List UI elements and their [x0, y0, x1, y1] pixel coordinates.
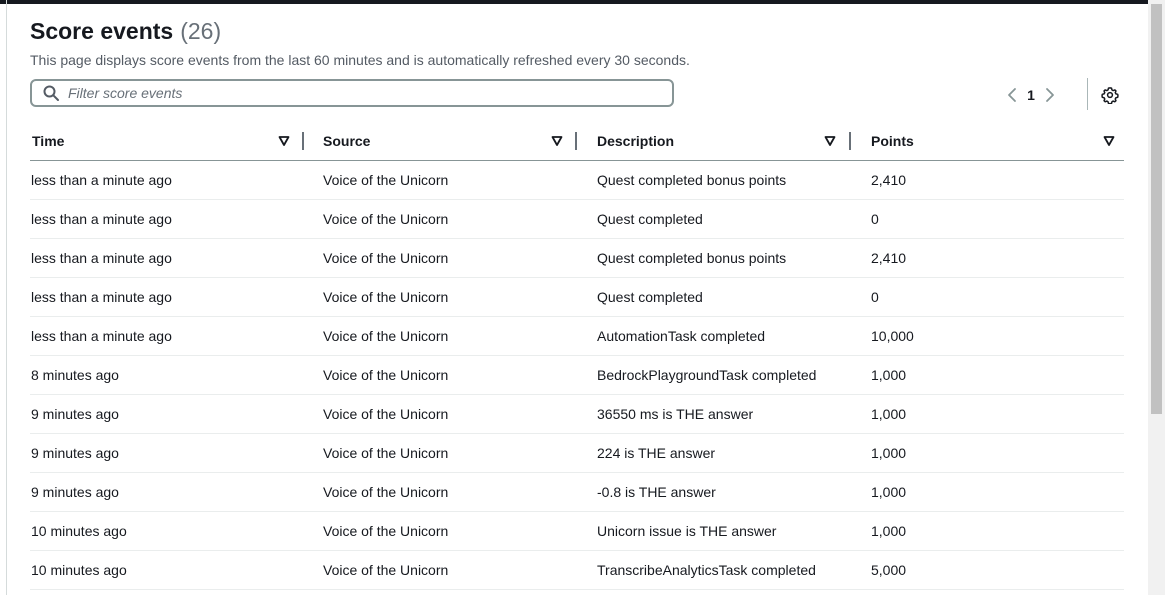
points-cell: 2,410 — [871, 250, 907, 266]
source-cell: Voice of the Unicorn — [323, 523, 449, 539]
description-cell: Quest completed bonus points — [597, 172, 787, 188]
page-header: Score events (26) — [30, 18, 221, 48]
table-row: 8 minutes ago Voice of the Unicorn Bedro… — [30, 356, 1124, 395]
source-cell: Voice of the Unicorn — [323, 289, 449, 305]
source-cell: Voice of the Unicorn — [323, 484, 449, 500]
source-cell: Voice of the Unicorn — [323, 445, 449, 461]
table-body: less than a minute ago Voice of the Unic… — [30, 161, 1124, 590]
chevron-right-icon — [1046, 88, 1054, 102]
time-cell: 9 minutes ago — [31, 484, 119, 500]
table-row: less than a minute ago Voice of the Unic… — [30, 200, 1124, 239]
sort-caret-down-icon[interactable] — [824, 135, 836, 147]
table-row: less than a minute ago Voice of the Unic… — [30, 161, 1124, 200]
column-resizer[interactable] — [849, 132, 851, 150]
filter-field[interactable] — [30, 79, 674, 107]
chevron-left-icon — [1008, 88, 1016, 102]
time-cell: less than a minute ago — [31, 328, 172, 344]
top-bar — [0, 0, 1148, 4]
filter-input[interactable] — [68, 85, 648, 101]
pagination: 1 — [1002, 84, 1060, 106]
time-cell: 8 minutes ago — [31, 367, 119, 383]
description-cell: 224 is THE answer — [597, 445, 716, 461]
description-cell: Quest completed — [597, 289, 703, 305]
previous-page-button[interactable] — [1002, 84, 1022, 106]
column-resizer[interactable] — [575, 132, 577, 150]
table-row: 9 minutes ago Voice of the Unicorn 224 i… — [30, 434, 1124, 473]
table-row: 10 minutes ago Voice of the Unicorn Unic… — [30, 512, 1124, 551]
points-cell: 5,000 — [871, 562, 907, 578]
time-cell: 10 minutes ago — [31, 523, 127, 539]
sort-caret-down-icon[interactable] — [278, 135, 290, 147]
time-cell: less than a minute ago — [31, 250, 172, 266]
description-cell: Quest completed bonus points — [597, 250, 787, 266]
points-cell: 2,410 — [871, 172, 907, 188]
points-cell: 1,000 — [871, 367, 907, 383]
source-cell: Voice of the Unicorn — [323, 172, 449, 188]
column-header-time[interactable]: Time — [32, 122, 64, 160]
points-cell: 10,000 — [871, 328, 914, 344]
page-description: This page displays score events from the… — [30, 52, 690, 68]
source-cell: Voice of the Unicorn — [323, 328, 449, 344]
time-cell: less than a minute ago — [31, 172, 172, 188]
event-count: (26) — [180, 18, 222, 44]
description-cell: -0.8 is THE answer — [597, 484, 716, 500]
time-cell: 10 minutes ago — [31, 562, 127, 578]
sort-caret-down-icon[interactable] — [1103, 135, 1115, 147]
table-row: less than a minute ago Voice of the Unic… — [30, 239, 1124, 278]
points-cell: 1,000 — [871, 523, 907, 539]
column-header-points[interactable]: Points — [871, 122, 914, 160]
table-row: 9 minutes ago Voice of the Unicorn -0.8 … — [30, 473, 1124, 512]
description-cell: AutomationTask completed — [597, 328, 766, 344]
description-cell: Quest completed — [597, 211, 703, 227]
points-cell: 1,000 — [871, 484, 907, 500]
column-resizer[interactable] — [302, 132, 304, 150]
points-cell: 1,000 — [871, 406, 907, 422]
table-row: less than a minute ago Voice of the Unic… — [30, 278, 1124, 317]
page-title: Score events — [30, 18, 174, 44]
points-cell: 0 — [871, 289, 879, 305]
time-cell: less than a minute ago — [31, 289, 172, 305]
time-cell: 9 minutes ago — [31, 445, 119, 461]
column-header-source[interactable]: Source — [323, 122, 370, 160]
source-cell: Voice of the Unicorn — [323, 250, 449, 266]
gear-icon — [1101, 87, 1119, 104]
table-row: 10 minutes ago Voice of the Unicorn Tran… — [30, 551, 1124, 590]
pagination-divider — [1087, 78, 1088, 110]
description-cell: Unicorn issue is THE answer — [597, 523, 777, 539]
description-cell: TranscribeAnalyticsTask completed — [597, 562, 816, 578]
panel-left-border — [6, 0, 7, 595]
next-page-button[interactable] — [1040, 84, 1060, 106]
description-cell: 36550 ms is THE answer — [597, 406, 754, 422]
source-cell: Voice of the Unicorn — [323, 367, 449, 383]
table-settings-button[interactable] — [1099, 84, 1121, 106]
points-cell: 0 — [871, 211, 879, 227]
source-cell: Voice of the Unicorn — [323, 211, 449, 227]
sort-caret-down-icon[interactable] — [551, 135, 563, 147]
table-row: less than a minute ago Voice of the Unic… — [30, 317, 1124, 356]
current-page-number[interactable]: 1 — [1022, 87, 1040, 103]
description-cell: BedrockPlaygroundTask completed — [597, 367, 817, 383]
time-cell: less than a minute ago — [31, 211, 172, 227]
table-row: 9 minutes ago Voice of the Unicorn 36550… — [30, 395, 1124, 434]
points-cell: 1,000 — [871, 445, 907, 461]
time-cell: 9 minutes ago — [31, 406, 119, 422]
column-header-description[interactable]: Description — [597, 122, 674, 160]
source-cell: Voice of the Unicorn — [323, 562, 449, 578]
search-icon — [43, 85, 59, 101]
source-cell: Voice of the Unicorn — [323, 406, 449, 422]
scrollbar-thumb[interactable] — [1151, 4, 1162, 414]
table-header: Time Source Description Points — [30, 122, 1124, 161]
